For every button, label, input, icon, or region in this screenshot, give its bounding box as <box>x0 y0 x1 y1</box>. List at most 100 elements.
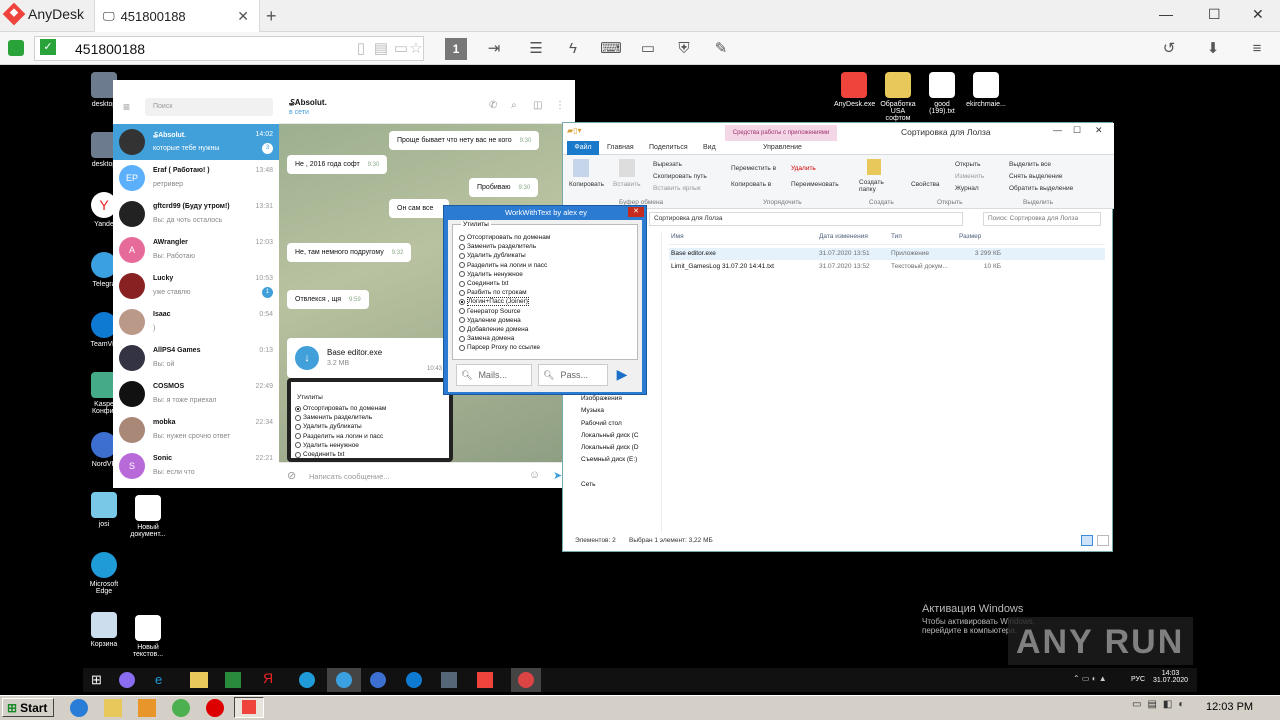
close-button[interactable]: ✕ <box>1095 125 1103 136</box>
nav-item[interactable]: Изображения <box>581 395 661 407</box>
file-row[interactable]: Base editor.exe 31.07.2020 13:51 Приложе… <box>669 248 1105 260</box>
paste-button[interactable]: Вставить <box>613 181 641 188</box>
maximize-button[interactable]: ☐ <box>1208 6 1221 23</box>
download-file-icon[interactable]: ↓ <box>295 346 319 370</box>
message-bubble[interactable]: Он сам все <box>389 199 450 218</box>
telegram-search-input[interactable]: Поиск <box>145 98 273 116</box>
anydesk-icon[interactable] <box>477 672 493 688</box>
rename-button[interactable]: Переименовать <box>791 181 839 188</box>
folder-icon[interactable]: Обработка USA софтом <box>878 72 918 122</box>
ie-icon[interactable]: e <box>155 672 162 687</box>
nav-item[interactable]: Сеть <box>581 481 661 493</box>
message-bubble[interactable]: Не, там немного подругому 9:32 <box>287 243 412 262</box>
message-input[interactable]: Написать сообщение... <box>309 472 390 481</box>
lang-indicator[interactable]: РУС <box>1131 676 1145 683</box>
radio-option[interactable]: Заменить разделитель <box>459 242 550 251</box>
radio-circle[interactable] <box>459 280 465 287</box>
session-tab[interactable]: 🖵 451800188 ✕ <box>94 0 260 32</box>
nav-item[interactable]: Локальный диск (C <box>581 432 661 444</box>
tiles-view-icon[interactable] <box>1097 535 1109 546</box>
chat-list-item[interactable]: mobka Вы: нужен срочно ответ 22:34 <box>113 412 279 448</box>
image-preview[interactable]: Утилиты Отсортировать по доменам Заменить… <box>287 378 453 462</box>
close-button[interactable]: ✕ <box>628 207 644 217</box>
remote-clock[interactable]: 14:03 31.07.2020 <box>1153 670 1188 684</box>
nav-item[interactable]: Музыка <box>581 407 661 419</box>
radio-option[interactable]: Удалить дубликаты <box>459 251 550 260</box>
start-button[interactable]: ⊞ Start <box>2 698 54 717</box>
radio-circle[interactable] <box>459 298 465 305</box>
anydesk-icon[interactable]: AnyDesk.exe <box>834 72 875 108</box>
session-monitor-badge[interactable]: 1 <box>445 38 467 60</box>
radio-option[interactable]: Добавление домена <box>459 325 550 334</box>
message-bubble[interactable]: Не , 2016 года софт 9:30 <box>287 155 388 174</box>
radio-circle[interactable] <box>459 262 465 269</box>
copy-path-button[interactable]: Скопировать путь <box>653 173 707 180</box>
chrome-icon[interactable] <box>172 699 190 717</box>
telegram-taskbar-icon[interactable] <box>327 668 361 692</box>
radio-circle[interactable] <box>459 317 465 324</box>
nav-item[interactable]: Локальный диск (D <box>581 444 661 456</box>
radio-circle[interactable] <box>459 252 465 259</box>
ie-icon[interactable] <box>70 699 88 717</box>
folder-icon[interactable] <box>190 672 208 688</box>
anydesk-taskbar-button[interactable] <box>234 697 264 718</box>
copy-button[interactable]: Копировать <box>569 181 604 188</box>
file-message[interactable]: ↓ Base editor.exe 3.2 MB 10:43 <box>287 338 447 378</box>
radio-circle[interactable] <box>459 289 465 296</box>
radio-option[interactable]: Логин+Пасс (Joiner) <box>459 297 550 307</box>
play-button[interactable]: ▶ <box>612 366 632 384</box>
radio-option[interactable]: Парсер Proxy по ссылке <box>459 343 550 352</box>
search-icon[interactable]: ⌕ <box>511 100 517 111</box>
chat-list-item[interactable]: gftcrd99 (Буду утром!) Вы: да чоть остал… <box>113 196 279 232</box>
text-file-icon[interactable]: ekirchmaie... <box>966 72 1006 108</box>
message-bubble[interactable]: Отвлекся , щя 9:59 <box>287 290 369 309</box>
radio-circle[interactable] <box>459 326 465 333</box>
select-none-button[interactable]: Снять выделение <box>1009 173 1063 180</box>
attach-icon[interactable]: ⊘ <box>287 469 296 482</box>
radio-option[interactable]: Удалить ненужное <box>459 270 550 279</box>
chat-list-item[interactable]: EP Eraf ( Работаю! ) ретривер 13:48 <box>113 160 279 196</box>
file-row[interactable]: Limit_GamesLog 31.07.20 14:41.txt 31.07.… <box>669 261 1105 273</box>
display-icon[interactable]: ▭ <box>637 38 659 60</box>
action-icon[interactable]: ϟ <box>562 38 584 60</box>
invert-selection-button[interactable]: Обратить выделение <box>1009 185 1073 192</box>
move-to-button[interactable]: Переместить в <box>731 165 776 172</box>
radio-circle[interactable] <box>459 234 465 241</box>
pen-icon[interactable]: ✎ <box>710 38 732 60</box>
tab-home[interactable]: Главная <box>607 144 634 151</box>
explorer-search-input[interactable]: Поиск: Сортировка для Лолза <box>983 212 1101 226</box>
opera-icon[interactable] <box>206 699 224 717</box>
column-size[interactable]: Размер <box>959 233 981 240</box>
tray-icons[interactable]: ⌃ ▭ ◐ ▲ <box>1073 674 1107 683</box>
windows-start-icon[interactable]: ⊞ <box>91 672 102 688</box>
star-icon[interactable]: ☆ <box>405 38 427 60</box>
nav-item[interactable]: Рабочий стол <box>581 420 661 432</box>
close-tab-icon[interactable]: ✕ <box>237 8 249 25</box>
text-file-icon[interactable]: good (199).txt <box>922 72 962 115</box>
store-icon[interactable] <box>225 672 241 688</box>
nav-item[interactable]: Съемный диск (E:) <box>581 456 661 468</box>
hamburger-icon[interactable]: ≡ <box>123 100 130 114</box>
wwt-taskbar-icon[interactable] <box>511 668 541 692</box>
address-bar[interactable]: Сортировка для Лолза <box>649 212 963 226</box>
minimize-button[interactable]: — <box>1053 125 1062 135</box>
radio-circle[interactable] <box>459 308 465 315</box>
radio-option[interactable]: Соединить txt <box>459 279 550 288</box>
chat-list-item[interactable]: COSMOS Вы: я тоже приехал 22:49 <box>113 376 279 412</box>
send-icon[interactable]: ➤ <box>553 469 562 482</box>
radio-option[interactable]: Разделить на логин и пасс <box>459 261 550 270</box>
chat-list-item[interactable]: A AWrangler Вы: Работаю 12:03 <box>113 232 279 268</box>
history-button[interactable]: Журнал <box>955 185 979 192</box>
tray-icons[interactable]: ▭▤◧◐ <box>1132 699 1190 710</box>
alice-icon[interactable] <box>119 672 135 688</box>
recycle-bin-icon[interactable]: Корзина <box>84 612 124 648</box>
radio-option[interactable]: Отсортировать по доменам <box>459 233 550 242</box>
phone-icon[interactable]: ✆ <box>489 100 497 111</box>
column-type[interactable]: Тип <box>891 233 902 240</box>
maximize-button[interactable]: ☐ <box>1073 125 1081 136</box>
download-icon[interactable]: ⬇ <box>1202 38 1224 60</box>
chat-list-item[interactable]: S Sonic Вы: если что 22:21 <box>113 448 279 484</box>
minimize-button[interactable]: — <box>1159 6 1173 22</box>
select-all-button[interactable]: Выделить все <box>1009 161 1051 168</box>
app-icon[interactable] <box>441 672 457 688</box>
